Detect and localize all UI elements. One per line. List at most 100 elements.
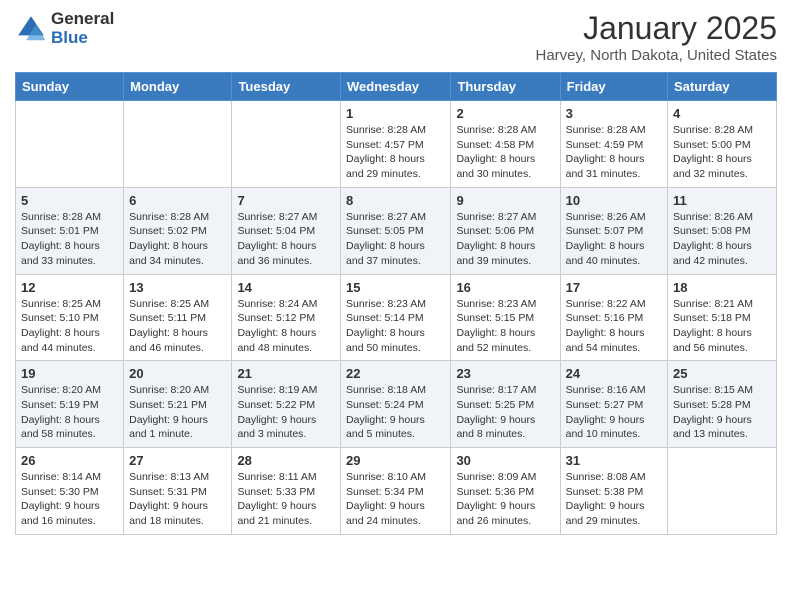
day-number: 31 [566,453,662,468]
table-row: 18Sunrise: 8:21 AMSunset: 5:18 PMDayligh… [668,274,777,361]
day-number: 12 [21,280,118,295]
day-number: 9 [456,193,554,208]
day-number: 1 [346,106,445,121]
day-number: 2 [456,106,554,121]
table-row [16,101,124,188]
day-number: 15 [346,280,445,295]
day-info: Sunrise: 8:28 AMSunset: 5:02 PMDaylight:… [129,210,226,269]
table-row: 31 Sunrise: 8:08 AMSunset: 5:38 PMDayligh… [560,448,667,535]
table-row: 10 Sunrise: 8:26 AMSunset: 5:07 PMDayligh… [560,187,667,274]
day-info: Sunrise: 8:25 AMSunset: 5:11 PMDaylight:… [129,297,226,356]
day-number: 24 [566,366,662,381]
table-row: 19 Sunrise: 8:20 AMSunset: 5:19 PMDayligh… [16,361,124,448]
table-row: 30Sunrise: 8:09 AMSunset: 5:36 PMDayligh… [451,448,560,535]
table-row: 4 Sunrise: 8:28 AMSunset: 5:00 PMDaylight… [668,101,777,188]
col-sunday: Sunday [16,73,124,101]
location-title: Harvey, North Dakota, United States [536,47,778,64]
day-number: 17 [566,280,662,295]
day-info: Sunrise: 8:27 AMSunset: 5:06 PMDaylight:… [456,210,554,269]
table-row: 3Sunrise: 8:28 AMSunset: 4:59 PMDaylight… [560,101,667,188]
title-area: January 2025 Harvey, North Dakota, Unite… [536,10,778,64]
table-row: 8Sunrise: 8:27 AMSunset: 5:05 PMDaylight… [341,187,451,274]
day-info: Sunrise: 8:09 AMSunset: 5:36 PMDaylight:… [456,470,554,529]
day-number: 22 [346,366,445,381]
day-number: 26 [21,453,118,468]
table-row: 24 Sunrise: 8:16 AMSunset: 5:27 PMDayligh… [560,361,667,448]
table-row: 14Sunrise: 8:24 AMSunset: 5:12 PMDayligh… [232,274,341,361]
table-row: 17Sunrise: 8:22 AMSunset: 5:16 PMDayligh… [560,274,667,361]
calendar-week-row: 26 Sunrise: 8:14 AMSunset: 5:30 PMDayligh… [16,448,777,535]
calendar-week-row: 19 Sunrise: 8:20 AMSunset: 5:19 PMDayligh… [16,361,777,448]
table-row: 5Sunrise: 8:28 AMSunset: 5:01 PMDaylight… [16,187,124,274]
table-row: 9 Sunrise: 8:27 AMSunset: 5:06 PMDaylight… [451,187,560,274]
col-wednesday: Wednesday [341,73,451,101]
table-row: 1 Sunrise: 8:28 AMSunset: 4:57 PMDaylight… [341,101,451,188]
day-info: Sunrise: 8:23 AMSunset: 5:14 PMDaylight:… [346,297,445,356]
table-row: 23 Sunrise: 8:17 AMSunset: 5:25 PMDayligh… [451,361,560,448]
day-info: Sunrise: 8:28 AMSunset: 5:01 PMDaylight:… [21,210,118,269]
day-number: 27 [129,453,226,468]
day-number: 16 [456,280,554,295]
day-info: Sunrise: 8:19 AMSunset: 5:22 PMDaylight:… [237,383,335,442]
day-info: Sunrise: 8:08 AMSunset: 5:38 PMDaylight:… [566,470,662,529]
day-info: Sunrise: 8:18 AMSunset: 5:24 PMDaylight:… [346,383,445,442]
day-number: 7 [237,193,335,208]
calendar-header-row: Sunday Monday Tuesday Wednesday Thursday… [16,73,777,101]
day-number: 21 [237,366,335,381]
table-row: 13 Sunrise: 8:25 AMSunset: 5:11 PMDayligh… [124,274,232,361]
day-info: Sunrise: 8:26 AMSunset: 5:07 PMDaylight:… [566,210,662,269]
day-number: 4 [673,106,771,121]
table-row: 6 Sunrise: 8:28 AMSunset: 5:02 PMDaylight… [124,187,232,274]
calendar-week-row: 5Sunrise: 8:28 AMSunset: 5:01 PMDaylight… [16,187,777,274]
table-row: 21 Sunrise: 8:19 AMSunset: 5:22 PMDayligh… [232,361,341,448]
table-row: 12 Sunrise: 8:25 AMSunset: 5:10 PMDayligh… [16,274,124,361]
table-row: 20Sunrise: 8:20 AMSunset: 5:21 PMDayligh… [124,361,232,448]
table-row: 15 Sunrise: 8:23 AMSunset: 5:14 PMDayligh… [341,274,451,361]
logo-icon [15,13,47,45]
col-tuesday: Tuesday [232,73,341,101]
day-info: Sunrise: 8:20 AMSunset: 5:21 PMDaylight:… [129,383,226,442]
table-row: 22 Sunrise: 8:18 AMSunset: 5:24 PMDayligh… [341,361,451,448]
day-info: Sunrise: 8:17 AMSunset: 5:25 PMDaylight:… [456,383,554,442]
day-number: 11 [673,193,771,208]
logo-general-text: General [51,10,114,29]
month-title: January 2025 [536,10,778,47]
col-friday: Friday [560,73,667,101]
day-info: Sunrise: 8:16 AMSunset: 5:27 PMDaylight:… [566,383,662,442]
col-thursday: Thursday [451,73,560,101]
day-info: Sunrise: 8:27 AMSunset: 5:04 PMDaylight:… [237,210,335,269]
table-row: 28Sunrise: 8:11 AMSunset: 5:33 PMDayligh… [232,448,341,535]
table-row: 7 Sunrise: 8:27 AMSunset: 5:04 PMDaylight… [232,187,341,274]
calendar-week-row: 1 Sunrise: 8:28 AMSunset: 4:57 PMDaylight… [16,101,777,188]
table-row: 11 Sunrise: 8:26 AMSunset: 5:08 PMDayligh… [668,187,777,274]
day-number: 10 [566,193,662,208]
logo: General Blue [15,10,114,47]
logo-blue-text: Blue [51,29,114,48]
page: General Blue January 2025 Harvey, North … [0,0,792,612]
table-row: 26 Sunrise: 8:14 AMSunset: 5:30 PMDayligh… [16,448,124,535]
day-number: 8 [346,193,445,208]
logo-text: General Blue [51,10,114,47]
day-number: 14 [237,280,335,295]
day-info: Sunrise: 8:14 AMSunset: 5:30 PMDaylight:… [21,470,118,529]
table-row: 2Sunrise: 8:28 AMSunset: 4:58 PMDaylight… [451,101,560,188]
day-info: Sunrise: 8:28 AMSunset: 4:57 PMDaylight:… [346,123,445,182]
day-info: Sunrise: 8:23 AMSunset: 5:15 PMDaylight:… [456,297,554,356]
calendar-table: Sunday Monday Tuesday Wednesday Thursday… [15,72,777,535]
day-info: Sunrise: 8:28 AMSunset: 5:00 PMDaylight:… [673,123,771,182]
day-number: 6 [129,193,226,208]
day-info: Sunrise: 8:15 AMSunset: 5:28 PMDaylight:… [673,383,771,442]
day-info: Sunrise: 8:10 AMSunset: 5:34 PMDaylight:… [346,470,445,529]
calendar-week-row: 12 Sunrise: 8:25 AMSunset: 5:10 PMDayligh… [16,274,777,361]
table-row [232,101,341,188]
day-number: 23 [456,366,554,381]
table-row: 25Sunrise: 8:15 AMSunset: 5:28 PMDayligh… [668,361,777,448]
table-row: 27 Sunrise: 8:13 AMSunset: 5:31 PMDayligh… [124,448,232,535]
day-number: 13 [129,280,226,295]
day-number: 19 [21,366,118,381]
day-info: Sunrise: 8:26 AMSunset: 5:08 PMDaylight:… [673,210,771,269]
day-info: Sunrise: 8:20 AMSunset: 5:19 PMDaylight:… [21,383,118,442]
day-number: 29 [346,453,445,468]
day-info: Sunrise: 8:25 AMSunset: 5:10 PMDaylight:… [21,297,118,356]
day-info: Sunrise: 8:13 AMSunset: 5:31 PMDaylight:… [129,470,226,529]
